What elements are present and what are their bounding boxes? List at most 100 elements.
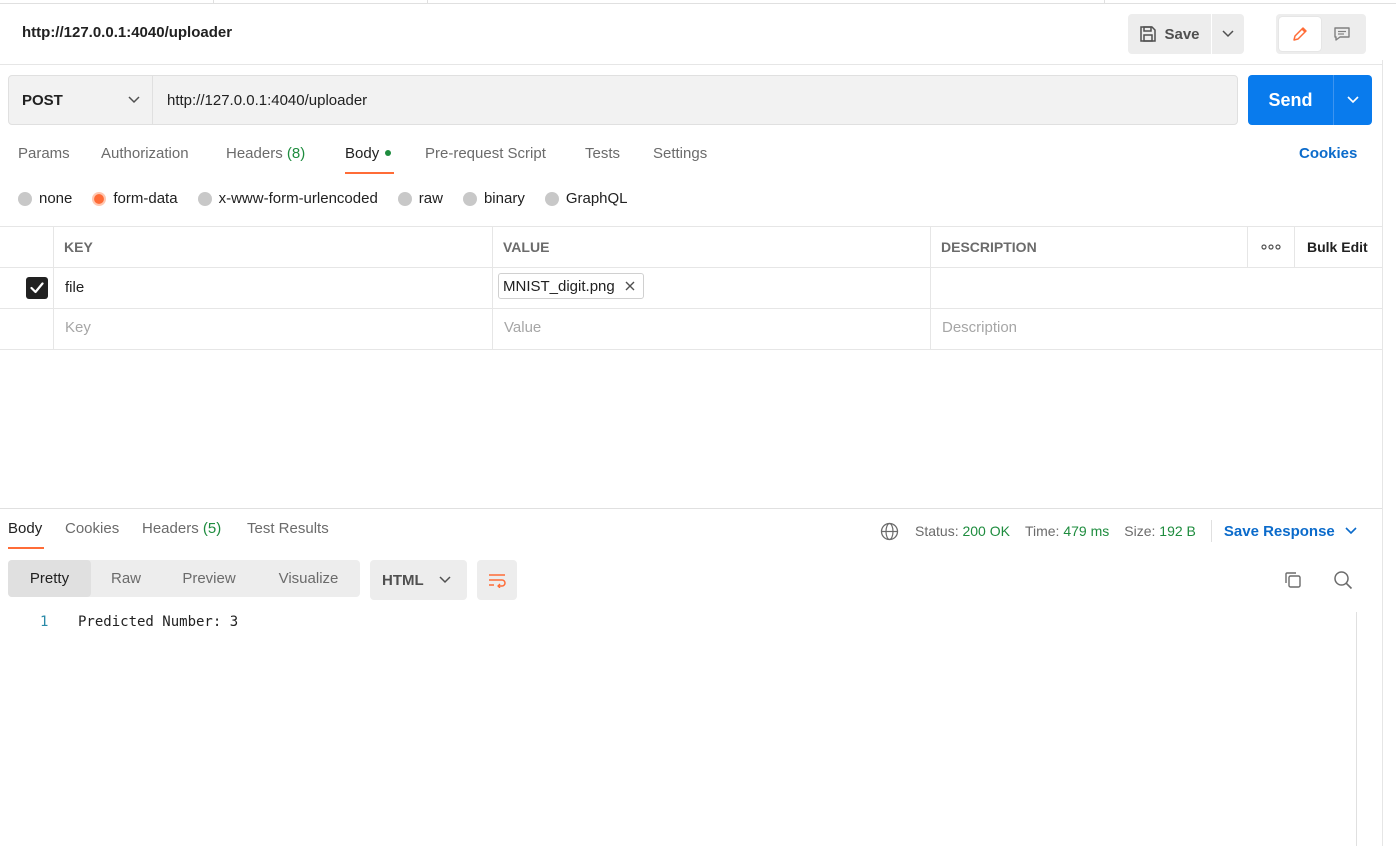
response-tab-headers[interactable]: Headers (5) — [142, 520, 221, 537]
radio-circle — [18, 191, 32, 206]
column-divider — [1294, 226, 1295, 267]
request-title[interactable]: http://127.0.0.1:4040/uploader — [22, 24, 232, 41]
save-label: Save — [1164, 25, 1200, 43]
chevron-down-icon — [1345, 527, 1357, 535]
copy-icon — [1285, 572, 1301, 588]
send-button-group: Send — [1248, 75, 1372, 125]
form-data-table: KEY VALUE DESCRIPTION Bulk Edit file MNI… — [0, 226, 1383, 350]
remove-file-button[interactable] — [625, 281, 635, 291]
response-tab-body[interactable]: Body — [8, 520, 42, 537]
table-border — [0, 308, 1383, 309]
radio-label: x-www-form-urlencoded — [218, 190, 378, 207]
close-icon — [625, 281, 635, 291]
column-header-description: DESCRIPTION — [941, 239, 1037, 255]
chevron-down-icon — [439, 576, 451, 584]
size-info[interactable]: Size: 192 B — [1124, 523, 1196, 539]
cookies-link[interactable]: Cookies — [1299, 145, 1357, 162]
radio-circle — [197, 191, 212, 206]
response-divider — [0, 508, 1383, 509]
table-border — [0, 267, 1383, 268]
response-format-select[interactable]: HTML — [370, 560, 467, 600]
key-input-placeholder[interactable]: Key — [65, 319, 91, 336]
response-meta: Status: 200 OK Time: 479 ms Size: 192 B … — [880, 520, 1357, 542]
save-options-button[interactable] — [1212, 14, 1244, 54]
search-response-button[interactable] — [1330, 567, 1356, 593]
response-tab-headers-label: Headers — [142, 520, 199, 537]
response-active-tab-underline — [8, 547, 44, 549]
view-visualize[interactable]: Visualize — [257, 560, 360, 597]
radio-graphql[interactable]: GraphQL — [544, 190, 628, 207]
wrap-lines-icon — [489, 574, 506, 588]
copy-response-button[interactable] — [1280, 567, 1306, 593]
send-button[interactable]: Send — [1248, 75, 1334, 125]
radio-raw[interactable]: raw — [397, 190, 443, 207]
edit-mode-button[interactable] — [1279, 17, 1321, 51]
time-value: 479 ms — [1063, 523, 1110, 539]
wrap-lines-button[interactable] — [477, 560, 517, 600]
tab-headers[interactable]: Headers (8) — [226, 145, 305, 162]
tab-body[interactable]: Body — [345, 145, 392, 162]
view-mode-toggle — [1276, 14, 1366, 54]
response-body-line: Predicted Number: 3 — [78, 614, 239, 630]
response-tab-test-results[interactable]: Test Results — [247, 520, 329, 537]
send-options-button[interactable] — [1334, 75, 1372, 125]
status-info[interactable]: Status: 200 OK — [915, 523, 1010, 539]
save-response-button[interactable]: Save Response — [1224, 523, 1357, 540]
radio-x-www-form-urlencoded[interactable]: x-www-form-urlencoded — [197, 190, 378, 207]
value-input-placeholder[interactable]: Value — [504, 319, 541, 336]
tab-headers-label: Headers — [226, 145, 283, 162]
tab-settings[interactable]: Settings — [653, 145, 707, 162]
radio-label: GraphQL — [565, 190, 628, 207]
response-tab-headers-count: (5) — [202, 520, 222, 537]
checkbox-checked-icon — [30, 282, 44, 294]
view-pretty[interactable]: Pretty — [8, 560, 91, 597]
row-key[interactable]: file — [65, 279, 84, 296]
radio-label: form-data — [113, 190, 178, 207]
tab-authorization[interactable]: Authorization — [101, 145, 189, 162]
tab-pre-request-script[interactable]: Pre-request Script — [425, 145, 546, 162]
bulk-edit-button[interactable]: Bulk Edit — [1307, 239, 1368, 255]
column-divider — [1247, 226, 1248, 267]
time-info[interactable]: Time: 479 ms — [1025, 523, 1109, 539]
tab-body-label: Body — [345, 145, 380, 162]
column-divider — [930, 226, 931, 350]
body-type-radio-group: none form-data x-www-form-urlencoded raw… — [18, 190, 648, 207]
save-button[interactable]: Save — [1128, 14, 1212, 54]
url-input[interactable]: http://127.0.0.1:4040/uploader — [153, 76, 1237, 124]
radio-label: raw — [418, 190, 443, 207]
radio-label: binary — [483, 190, 525, 207]
method-select[interactable]: POST — [9, 76, 153, 124]
network-info[interactable] — [880, 522, 899, 541]
url-bar: POST http://127.0.0.1:4040/uploader — [8, 75, 1238, 125]
table-border — [0, 349, 1383, 350]
radio-none[interactable]: none — [18, 190, 72, 207]
view-preview[interactable]: Preview — [161, 560, 257, 597]
chevron-down-icon — [1222, 30, 1234, 38]
top-tab-strip — [0, 0, 1396, 4]
table-options-button[interactable] — [1261, 240, 1281, 258]
description-input-placeholder[interactable]: Description — [942, 319, 1017, 336]
tab-headers-count: (8) — [286, 145, 306, 162]
globe-icon — [880, 522, 899, 540]
response-tab-cookies[interactable]: Cookies — [65, 520, 119, 537]
tab-tests[interactable]: Tests — [585, 145, 620, 162]
tab-params[interactable]: Params — [18, 145, 70, 162]
size-value: 192 B — [1159, 523, 1196, 539]
file-chip[interactable]: MNIST_digit.png — [498, 273, 644, 299]
chevron-down-icon — [128, 96, 140, 104]
response-scrollbar[interactable] — [1356, 612, 1357, 846]
search-icon — [1334, 571, 1353, 590]
radio-form-data[interactable]: form-data — [92, 190, 178, 207]
radio-binary[interactable]: binary — [462, 190, 525, 207]
view-raw[interactable]: Raw — [91, 560, 161, 597]
tab-separator — [1104, 0, 1105, 4]
radio-label: none — [39, 190, 73, 207]
more-horizontal-icon — [1261, 244, 1281, 250]
comments-mode-button[interactable] — [1321, 17, 1363, 51]
tab-separator — [213, 0, 214, 4]
radio-circle — [544, 191, 559, 206]
status-value: 200 OK — [962, 523, 1010, 539]
row-enabled-checkbox[interactable] — [26, 277, 48, 299]
active-tab-underline — [345, 172, 394, 174]
column-header-key: KEY — [64, 239, 93, 255]
